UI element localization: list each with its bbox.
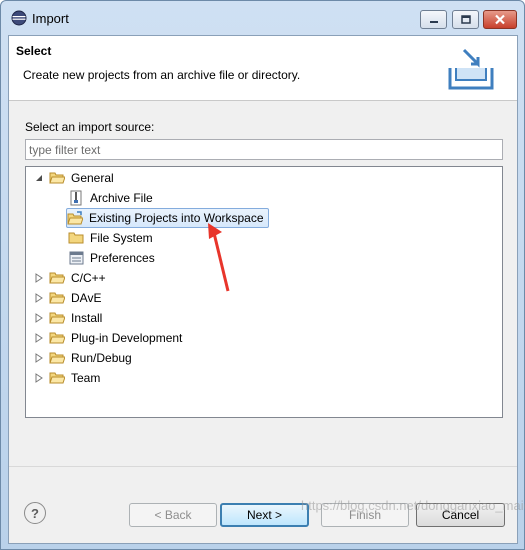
- tree-item-label: Plug-in Development: [71, 331, 183, 345]
- close-button[interactable]: [483, 10, 517, 29]
- open-folder-icon: [49, 350, 65, 366]
- minimize-button[interactable]: [420, 10, 447, 29]
- import-source-tree[interactable]: General Archive File Existing Projects i…: [25, 166, 503, 418]
- tree-item-label: Archive File: [90, 191, 153, 205]
- wizard-header: Select Create new projects from an archi…: [9, 36, 517, 101]
- page-title: Select: [16, 44, 52, 58]
- tree-item-cpp[interactable]: C/C++: [34, 268, 108, 288]
- tree-item-dave[interactable]: DAvE: [34, 288, 103, 308]
- title-bar[interactable]: Import: [1, 1, 524, 35]
- open-folder-icon: [49, 170, 65, 186]
- eclipse-icon: [11, 10, 27, 26]
- collapsed-arrow-icon[interactable]: [34, 353, 44, 363]
- collapsed-arrow-icon[interactable]: [34, 273, 44, 283]
- tree-item-label: Preferences: [90, 251, 155, 265]
- tree-item-team[interactable]: Team: [34, 368, 102, 388]
- tree-item-preferences[interactable]: Preferences: [68, 248, 157, 268]
- collapsed-arrow-icon[interactable]: [34, 313, 44, 323]
- maximize-button[interactable]: [452, 10, 479, 29]
- tree-item-label: Team: [71, 371, 101, 385]
- tree-item-run-debug[interactable]: Run/Debug: [34, 348, 134, 368]
- tree-item-label: DAvE: [71, 291, 102, 305]
- maximize-icon: [460, 15, 471, 24]
- tree-item-existing-projects[interactable]: Existing Projects into Workspace: [66, 208, 269, 228]
- tree-item-archive-file[interactable]: Archive File: [68, 188, 155, 208]
- folder-icon: [68, 230, 84, 246]
- open-folder-icon: [49, 370, 65, 386]
- collapsed-arrow-icon[interactable]: [34, 333, 44, 343]
- preferences-icon: [68, 250, 84, 266]
- watermark: https://blog.csdn.net/dongganxiao_maidou: [301, 498, 525, 513]
- tree-item-label: General: [71, 171, 114, 185]
- open-folder-icon: [49, 310, 65, 326]
- open-folder-icon: [49, 290, 65, 306]
- tree-item-file-system[interactable]: File System: [68, 228, 155, 248]
- project-folder-icon: [67, 210, 83, 226]
- open-folder-icon: [49, 330, 65, 346]
- footer-separator: [9, 466, 517, 467]
- filter-input[interactable]: [25, 139, 503, 160]
- import-dialog: Import Select Create new projects from a…: [0, 0, 525, 550]
- open-folder-icon: [49, 270, 65, 286]
- tree-item-install[interactable]: Install: [34, 308, 104, 328]
- next-button[interactable]: Next >: [220, 503, 309, 527]
- tree-item-general[interactable]: General: [34, 168, 116, 188]
- page-description: Create new projects from an archive file…: [23, 68, 301, 82]
- import-tray-icon: [448, 48, 494, 90]
- collapsed-arrow-icon[interactable]: [34, 293, 44, 303]
- import-source-label: Select an import source:: [25, 120, 155, 134]
- window-title: Import: [32, 11, 69, 26]
- tree-item-plugin-development[interactable]: Plug-in Development: [34, 328, 184, 348]
- expanded-arrow-icon[interactable]: [34, 173, 44, 183]
- dialog-body: Select Create new projects from an archi…: [8, 35, 518, 544]
- collapsed-arrow-icon[interactable]: [34, 373, 44, 383]
- tree-item-label: Run/Debug: [71, 351, 132, 365]
- tree-item-label: C/C++: [71, 271, 106, 285]
- close-icon: [495, 14, 505, 25]
- minimize-icon: [429, 20, 438, 23]
- back-button[interactable]: < Back: [129, 503, 217, 527]
- help-button[interactable]: ?: [24, 502, 46, 524]
- tree-item-label: Install: [71, 311, 103, 325]
- tree-item-label: Existing Projects into Workspace: [89, 211, 264, 225]
- tree-item-label: File System: [90, 231, 153, 245]
- archive-icon: [68, 190, 84, 206]
